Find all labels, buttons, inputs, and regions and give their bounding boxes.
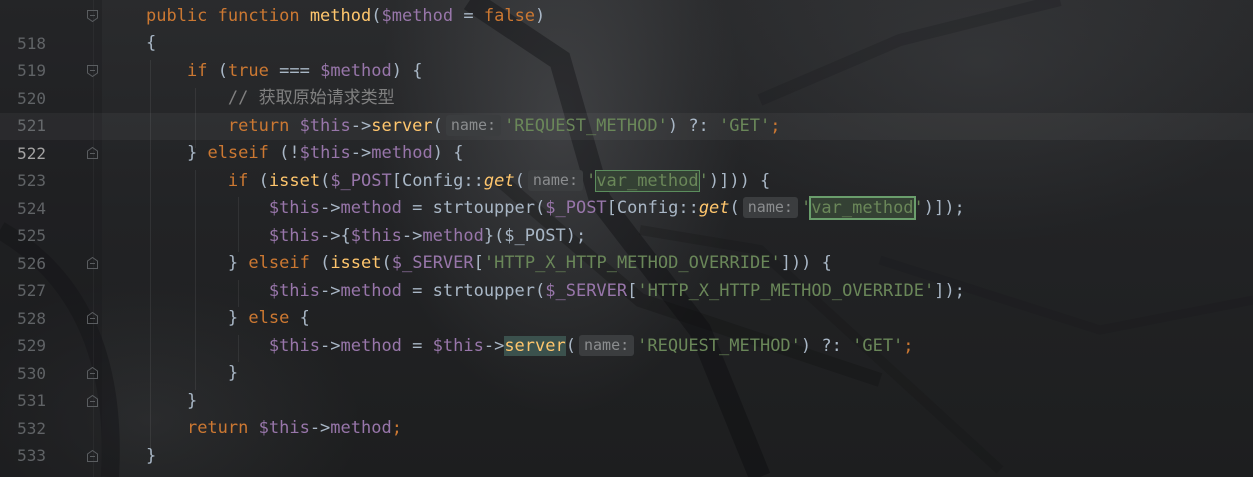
code-text: } [227,363,239,383]
fold-collapse-icon[interactable] [87,10,98,22]
code-text: } else { [227,308,310,328]
code-line-current[interactable]: 522 return $this->server(name: 'REQUEST_M… [0,113,1253,163]
code-line[interactable]: 533 return $this->method; [0,415,1253,465]
line-number: 534 [0,470,46,477]
selected-match-highlight: var_method [809,196,916,220]
code-line[interactable]: 518 public function method($method = fal… [0,3,1253,53]
code-line[interactable]: 529 } else { [0,305,1253,355]
code-comment: // 获取原始请求类型 [227,88,395,108]
parameter-hint: name: [578,335,635,356]
code-line[interactable]: 524 if (isset($_POST[Config::get(name:'v… [0,168,1253,218]
fold-collapse-icon[interactable] [87,312,98,324]
code-line[interactable]: 527 } elseif (isset($_SERVER['HTTP_X_HTT… [0,250,1253,300]
code-text: } elseif (!$this->method) { [186,143,464,163]
code-line[interactable]: 520 if (true === $method) { [0,58,1253,108]
code-text: } [146,446,157,466]
fold-collapse-icon[interactable] [87,395,98,407]
code-line[interactable]: 534 } [0,443,1253,477]
code-text: $this->method = strtoupper($_SERVER['HTT… [268,281,965,301]
fold-collapse-icon[interactable] [87,65,98,77]
usage-highlight: server [504,336,566,356]
parameter-hint: name: [742,197,798,218]
code-line[interactable]: 528 $this->method = strtoupper($_SERVER[… [0,278,1253,328]
parameter-hint: name: [527,170,583,191]
code-text: if (true === $method) { [186,61,423,81]
code-text: $this->method = $this->server(name: 'REQU… [268,335,914,356]
code-line[interactable]: 523 } elseif (!$this->method) { [0,140,1253,190]
code-editor[interactable]: 518 public function method($method = fal… [0,0,1253,477]
code-line[interactable]: 526 $this->{$this->method}($_POST); [0,223,1253,273]
fold-collapse-icon[interactable] [87,367,98,379]
code-line[interactable]: 532 } [0,388,1253,438]
code-text: return $this->method; [186,418,402,438]
code-text: $this->{$this->method}($_POST); [268,226,587,246]
code-line[interactable]: 531 } [0,360,1253,410]
code-text: $this->method = strtoupper($_POST[Config… [268,196,965,220]
code-line[interactable]: 519 { [0,30,1253,80]
code-line[interactable]: 521 // 获取原始请求类型 [0,85,1253,135]
fold-collapse-icon[interactable] [87,257,98,269]
search-match-highlight: var_method [595,170,700,192]
code-line[interactable]: 525 $this->method = strtoupper($_POST[Co… [0,195,1253,245]
code-text: } [186,391,198,411]
fold-collapse-icon[interactable] [87,147,98,159]
code-text: public function method($method = false) [146,6,546,26]
parameter-hint: name: [445,115,502,136]
fold-collapse-icon[interactable] [87,450,98,462]
code-line[interactable]: 530 $this->method = $this->server(name: '… [0,333,1253,383]
code-text: { [146,33,157,53]
code-text: return $this->server(name: 'REQUEST_METHO… [227,115,781,136]
code-text: if (isset($_POST[Config::get(name:'var_m… [227,170,771,192]
code-text: } elseif (isset($_SERVER['HTTP_X_HTTP_ME… [227,253,832,273]
